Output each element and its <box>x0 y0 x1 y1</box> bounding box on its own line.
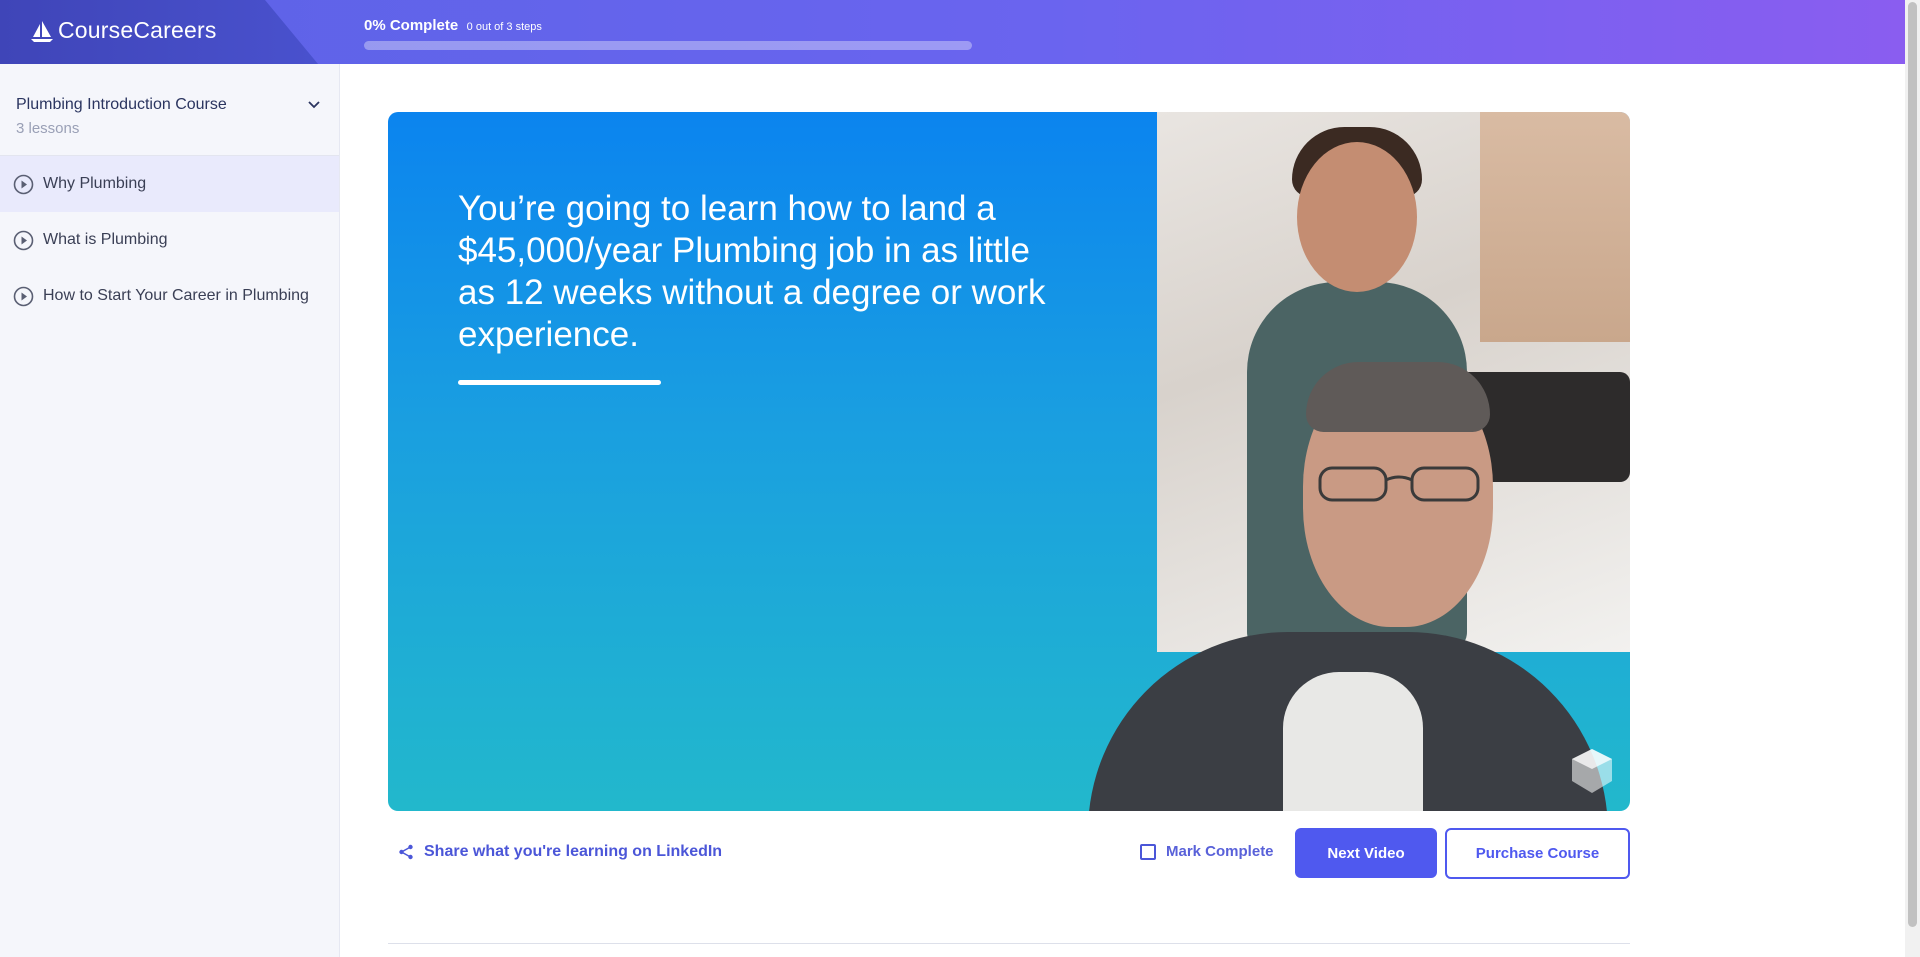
presenter-hair <box>1306 362 1490 432</box>
lesson-count: 3 lessons <box>16 120 80 137</box>
photo-worker-head <box>1297 142 1417 292</box>
video-headline: You’re going to learn how to land a $45,… <box>458 189 1046 354</box>
lesson-item-why-plumbing[interactable]: Why Plumbing <box>0 156 339 212</box>
progress-percent: 0% Complete <box>364 17 459 34</box>
progress-status: 0% Complete 0 out of 3 steps <box>364 17 542 35</box>
scrollbar-thumb[interactable] <box>1908 2 1917 927</box>
lesson-item-start-career[interactable]: How to Start Your Career in Plumbing <box>0 268 339 324</box>
mark-complete-label: Mark Complete <box>1166 843 1274 860</box>
play-circle-icon <box>13 230 34 250</box>
logo-text: CourseCareers <box>58 17 217 43</box>
progress-steps: 0 out of 3 steps <box>466 21 542 33</box>
play-circle-icon <box>13 286 34 306</box>
progress-bar <box>364 41 972 50</box>
share-linkedin-link[interactable]: Share what you're learning on LinkedIn <box>398 843 722 861</box>
chevron-down-icon[interactable] <box>307 98 321 112</box>
mark-complete-toggle[interactable]: Mark Complete <box>1140 843 1274 860</box>
page-scrollbar[interactable] <box>1905 0 1920 957</box>
logo[interactable]: CourseCareers <box>30 17 217 44</box>
lesson-label: Why Plumbing <box>43 175 147 192</box>
purchase-course-button[interactable]: Purchase Course <box>1445 828 1630 879</box>
next-video-button[interactable]: Next Video <box>1295 828 1437 878</box>
lesson-label: How to Start Your Career in Plumbing <box>43 287 309 304</box>
lesson-item-what-is-plumbing[interactable]: What is Plumbing <box>0 212 339 268</box>
course-sidebar: Plumbing Introduction Course 3 lessons W… <box>0 64 340 957</box>
sail-logo-icon <box>31 20 53 42</box>
video-player[interactable]: You’re going to learn how to land a $45,… <box>388 112 1630 811</box>
photo-cabinet <box>1480 112 1630 342</box>
content-divider <box>388 943 1630 944</box>
share-label: Share what you're learning on LinkedIn <box>424 843 723 860</box>
presenter-shirt <box>1283 672 1423 811</box>
top-header: CourseCareers 0% Complete 0 out of 3 ste… <box>0 0 1905 64</box>
lesson-label: What is Plumbing <box>43 231 168 248</box>
mark-complete-checkbox[interactable] <box>1140 843 1156 860</box>
course-header[interactable]: Plumbing Introduction Course 3 lessons <box>0 64 339 156</box>
presenter-glasses <box>1318 466 1480 502</box>
play-circle-icon <box>13 174 34 194</box>
course-title: Plumbing Introduction Course <box>16 96 227 113</box>
share-icon <box>399 844 413 860</box>
brand-watermark-icon <box>1572 749 1612 793</box>
headline-underline <box>458 380 661 385</box>
